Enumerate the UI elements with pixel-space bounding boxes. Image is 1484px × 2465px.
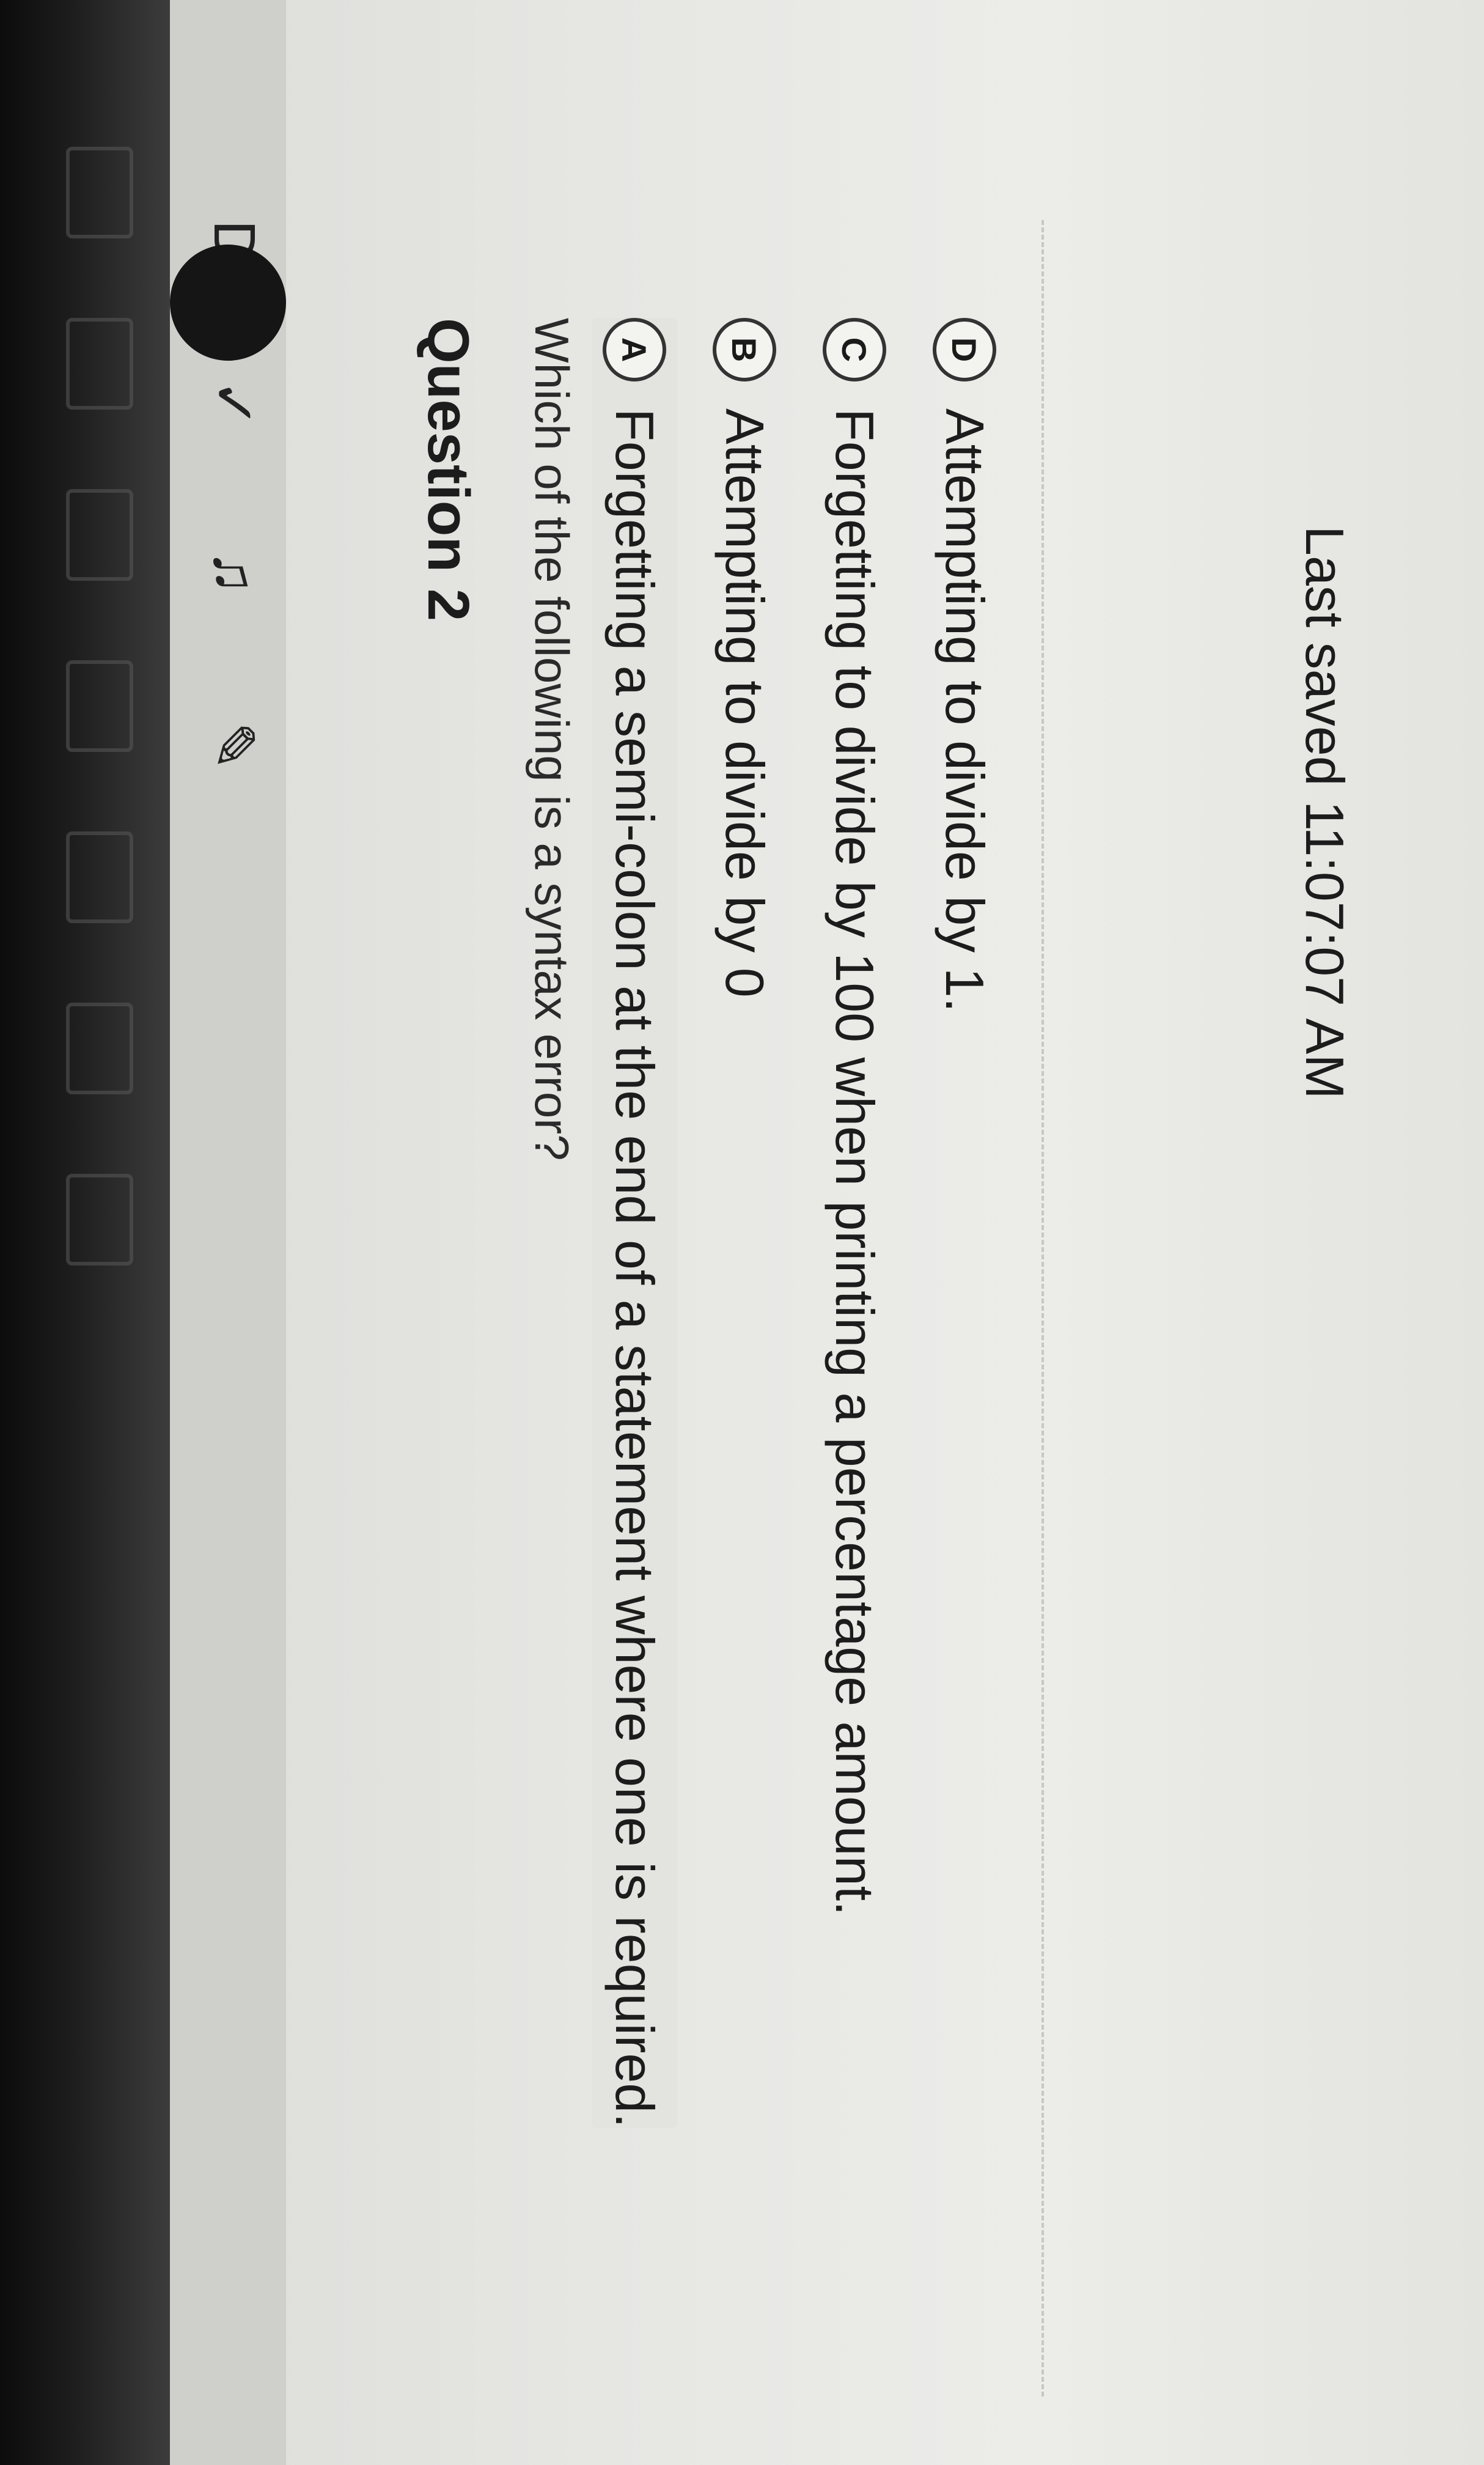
section-divider (1041, 220, 1044, 2397)
photo-stage: D ✓ ♫ ✎ Question 2 Which of the followin… (0, 0, 1484, 2465)
choice-c-letter: C (823, 318, 886, 381)
choice-a-letter: A (603, 318, 666, 381)
eraser-icon[interactable]: ✎ (199, 721, 268, 770)
last-saved-status: Last saved 11:07:07 AM (1295, 526, 1355, 1099)
choice-d-text: Attempting to divide by 1. (935, 408, 995, 1013)
pencil-icon[interactable] (66, 318, 133, 410)
top-toolbar (0, 0, 170, 2465)
app-screen: D ✓ ♫ ✎ Question 2 Which of the followin… (0, 0, 1484, 2465)
calculator-icon[interactable] (66, 831, 133, 923)
choice-c-text: Forgetting to divide by 100 when printin… (825, 408, 885, 1916)
speaker-icon[interactable]: ♫ (200, 550, 268, 594)
reference-icon[interactable] (66, 1003, 133, 1094)
back-icon[interactable] (66, 147, 133, 238)
flag-icon[interactable] (66, 660, 133, 752)
choice-b-letter: B (713, 318, 776, 381)
dictionary-icon[interactable] (66, 489, 133, 581)
question-title: Question 2 (416, 318, 481, 622)
choice-b[interactable]: B Attempting to divide by 0 (702, 318, 787, 998)
choice-b-text: Attempting to divide by 0 (714, 408, 775, 998)
question-prompt: Which of the following is a syntax error… (525, 318, 579, 1161)
avatar (170, 245, 286, 361)
answer-tool-rail: D ✓ ♫ ✎ (170, 0, 286, 2465)
choice-d[interactable]: D Attempting to divide by 1. (922, 318, 1007, 1012)
globe-icon[interactable] (66, 1174, 133, 1266)
choice-c[interactable]: C Forgetting to divide by 100 when print… (812, 318, 897, 1916)
choice-d-letter: D (933, 318, 996, 381)
check-icon[interactable]: ✓ (199, 379, 268, 428)
choice-a-text: Forgetting a semi-colon at the end of a … (604, 408, 665, 2128)
choice-a[interactable]: A Forgetting a semi-colon at the end of … (592, 318, 677, 2128)
